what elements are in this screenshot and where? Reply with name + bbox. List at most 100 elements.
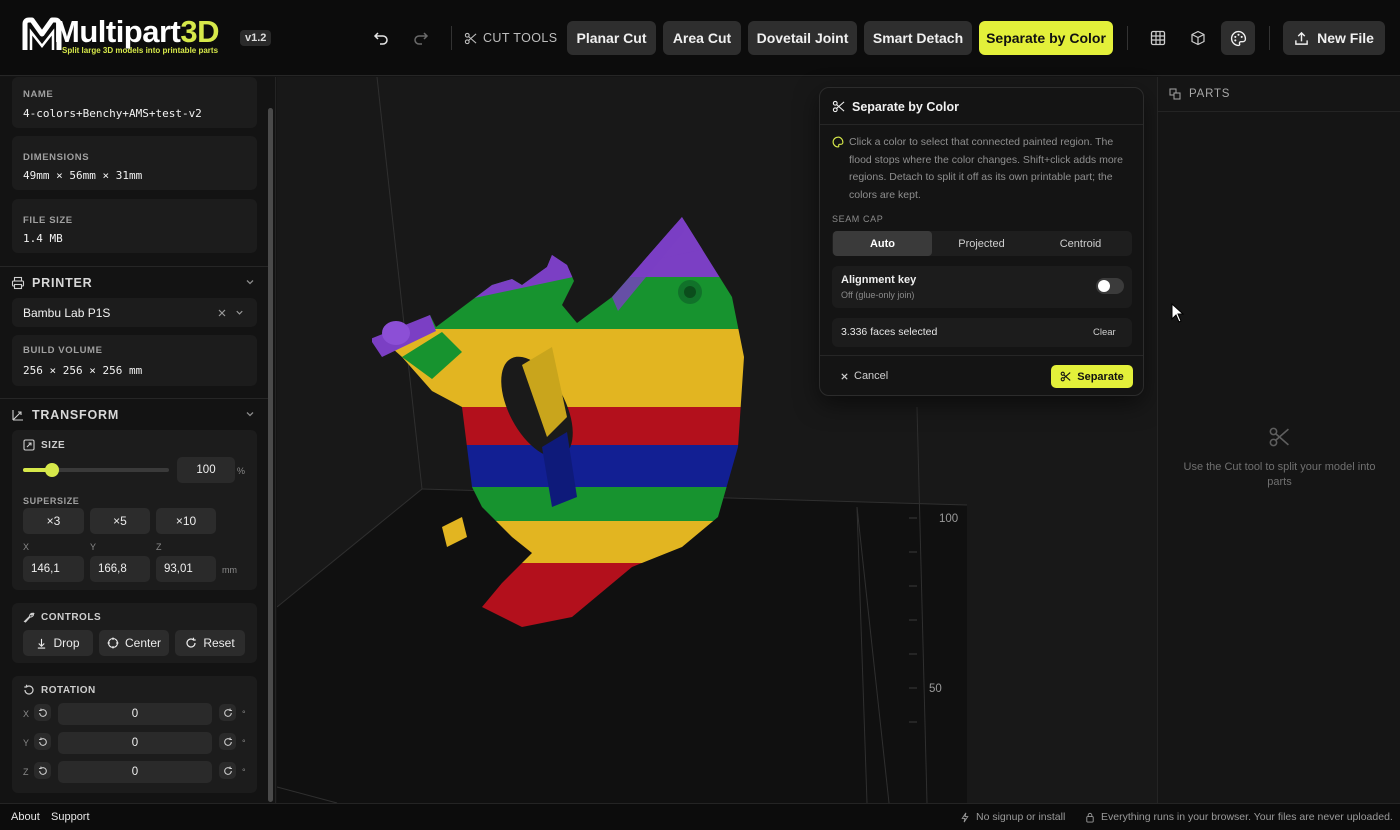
separate-by-color-button[interactable]: Separate by Color [979, 21, 1113, 55]
close-icon [841, 372, 848, 380]
support-link[interactable]: Support [51, 811, 90, 823]
size-slider[interactable] [23, 463, 169, 477]
toolbar-divider [451, 26, 452, 50]
smart-detach-button[interactable]: Smart Detach [864, 21, 972, 55]
color-view-button[interactable] [1221, 21, 1255, 55]
parts-heading: PARTS [1189, 88, 1231, 100]
cube-icon [1191, 30, 1205, 46]
new-file-button[interactable]: New File [1283, 21, 1385, 55]
rotation-x-label: X [23, 709, 30, 719]
wrench-icon [23, 612, 35, 623]
app-logo[interactable]: Multipart3D Split large 3D models into p… [22, 14, 220, 58]
app-subtitle: Split large 3D models into printable par… [62, 46, 219, 55]
printer-icon [11, 276, 25, 290]
dovetail-joint-button[interactable]: Dovetail Joint [748, 21, 857, 55]
size-slider-thumb[interactable] [45, 463, 60, 477]
area-cut-button[interactable]: Area Cut [663, 21, 741, 55]
planar-cut-button[interactable]: Planar Cut [567, 21, 656, 55]
grid-view-button[interactable] [1141, 21, 1175, 55]
rotate-x-ccw-button[interactable] [34, 704, 51, 721]
x-axis-label: X [23, 542, 30, 552]
rotate-z-cw-button[interactable] [219, 762, 236, 779]
seam-cap-selector: Auto Projected Centroid [832, 231, 1132, 256]
rotation-z-unit: ° [242, 767, 246, 777]
parts-header: PARTS [1158, 77, 1400, 112]
axis-label-50: 50 [929, 683, 942, 695]
color-painted-model[interactable] [372, 207, 792, 637]
chevron-down-icon [246, 280, 254, 285]
toolbar-divider [1269, 26, 1270, 50]
rotate-z-ccw-button[interactable] [34, 762, 51, 779]
footer-bar: About Support No signup or install Every… [0, 803, 1400, 830]
rotation-z-input[interactable]: 0 [58, 761, 212, 783]
clear-selection-button[interactable]: Clear [1093, 327, 1116, 338]
axis-label-100: 100 [939, 513, 959, 525]
transform-section-header[interactable]: TRANSFORM [0, 398, 268, 430]
bolt-icon [961, 812, 969, 822]
rotate-x-cw-button[interactable] [219, 704, 236, 721]
privacy-note: Everything runs in your browser. Your fi… [1085, 811, 1393, 823]
scissors-icon [1060, 371, 1071, 382]
rotation-label: ROTATION [23, 684, 96, 696]
dimension-unit: mm [222, 565, 237, 575]
grid-icon [1150, 30, 1166, 46]
undo-button[interactable] [370, 27, 392, 49]
rotation-x-input[interactable]: 0 [58, 703, 212, 725]
separate-button[interactable]: Separate [1051, 365, 1133, 388]
file-size-value: 1.4 MB [23, 232, 63, 245]
build-volume-value: 256 × 256 × 256 mm [23, 364, 143, 377]
alignment-key-row: Alignment key Off (glue-only join) [832, 266, 1132, 308]
redo-button[interactable] [410, 27, 432, 49]
rotation-x-unit: ° [242, 709, 246, 719]
faces-selected-row: 3.336 faces selected Clear [832, 318, 1132, 347]
cancel-button[interactable]: Cancel [840, 370, 888, 382]
rotate-icon [24, 684, 34, 695]
rotate-cw-icon [223, 708, 232, 717]
y-axis-label: Y [90, 542, 97, 552]
drop-button[interactable]: Drop [23, 630, 93, 656]
panel-description: Click a color to select that connected p… [849, 136, 1124, 201]
printer-heading: PRINTER [32, 276, 93, 290]
top-bar: Multipart3D Split large 3D models into p… [0, 0, 1400, 76]
supersize-x5-button[interactable]: ×5 [90, 508, 150, 534]
about-link[interactable]: About [11, 811, 40, 823]
clear-printer-icon[interactable] [217, 308, 227, 318]
alignment-key-toggle[interactable] [1096, 278, 1124, 294]
seam-cap-label: SEAM CAP [832, 214, 884, 224]
reset-button[interactable]: Reset [175, 630, 245, 656]
lock-icon [1086, 812, 1094, 823]
panel-title: Separate by Color [852, 100, 959, 114]
x-dimension-input[interactable]: 146,1 [23, 556, 84, 582]
sidebar-scrollbar[interactable] [268, 108, 273, 802]
y-dimension-input[interactable]: 166,8 [90, 556, 150, 582]
solid-view-button[interactable] [1181, 21, 1215, 55]
chevron-down-icon [246, 412, 254, 417]
rotate-ccw-icon [38, 766, 47, 775]
cut-tools-label: CUT TOOLS [464, 31, 557, 45]
z-dimension-input[interactable]: 93,01 [156, 556, 216, 582]
faces-selected-text: 3.336 faces selected [841, 326, 938, 338]
supersize-label: SUPERSIZE [23, 496, 80, 506]
model-name-card: NAME 4-colors+Benchy+AMS+test-v2 [12, 77, 257, 128]
rotate-cw-icon [223, 766, 232, 775]
center-button[interactable]: Center [99, 630, 169, 656]
transform-icon [12, 410, 23, 421]
seam-cap-projected[interactable]: Projected [932, 231, 1031, 256]
rotate-y-cw-button[interactable] [219, 733, 236, 750]
size-input[interactable]: 100 [177, 457, 235, 483]
seam-cap-centroid[interactable]: Centroid [1031, 231, 1130, 256]
chevron-down-icon [236, 310, 243, 315]
supersize-x10-button[interactable]: ×10 [156, 508, 216, 534]
controls-label: CONTROLS [23, 611, 101, 623]
seam-cap-auto[interactable]: Auto [833, 231, 932, 256]
printer-select[interactable]: Bambu Lab P1S [12, 298, 257, 327]
build-volume-card: BUILD VOLUME 256 × 256 × 256 mm [12, 335, 257, 386]
version-badge: v1.2 [240, 30, 272, 46]
upload-icon [1295, 31, 1308, 45]
rotate-y-ccw-button[interactable] [34, 733, 51, 750]
rotation-y-input[interactable]: 0 [58, 732, 212, 754]
undo-icon [373, 32, 388, 45]
rotate-cw-icon [223, 737, 232, 746]
printer-section-header[interactable]: PRINTER [0, 266, 268, 298]
supersize-x3-button[interactable]: ×3 [23, 508, 84, 534]
